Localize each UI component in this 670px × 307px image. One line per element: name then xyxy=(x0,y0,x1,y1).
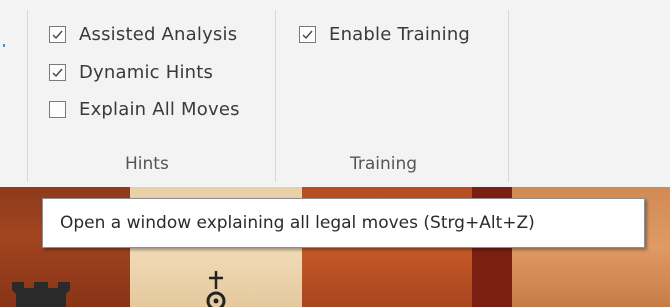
rook-icon[interactable] xyxy=(8,272,88,307)
checkmark-icon xyxy=(52,30,63,39)
ribbon: Assisted Analysis Dynamic Hints Explain … xyxy=(0,0,670,187)
ribbon-separator xyxy=(508,10,509,182)
assisted-analysis-label: Assisted Analysis xyxy=(79,23,238,45)
checkbox-box[interactable] xyxy=(49,25,66,43)
training-group-label: Training xyxy=(350,154,418,174)
king-icon[interactable] xyxy=(196,269,236,307)
tooltip: Open a window explaining all legal moves… xyxy=(42,198,645,248)
ribbon-separator xyxy=(275,10,276,182)
dynamic-hints-checkbox[interactable]: Dynamic Hints xyxy=(49,60,213,84)
ribbon-left-accent xyxy=(3,44,5,47)
hints-group-label: Hints xyxy=(125,154,169,174)
enable-training-checkbox[interactable]: Enable Training xyxy=(299,22,470,46)
explain-all-moves-label: Explain All Moves xyxy=(79,98,240,120)
checkmark-icon xyxy=(52,68,63,77)
assisted-analysis-checkbox[interactable]: Assisted Analysis xyxy=(49,22,237,46)
ribbon-separator xyxy=(27,10,28,182)
checkbox-box[interactable] xyxy=(49,100,66,118)
checkbox-box[interactable] xyxy=(299,25,316,43)
checkmark-icon xyxy=(302,30,313,39)
enable-training-label: Enable Training xyxy=(329,23,471,45)
checkbox-box[interactable] xyxy=(49,63,66,81)
explain-all-moves-checkbox[interactable]: Explain All Moves xyxy=(49,97,240,121)
tooltip-text: Open a window explaining all legal moves… xyxy=(60,213,535,233)
dynamic-hints-label: Dynamic Hints xyxy=(79,61,214,83)
